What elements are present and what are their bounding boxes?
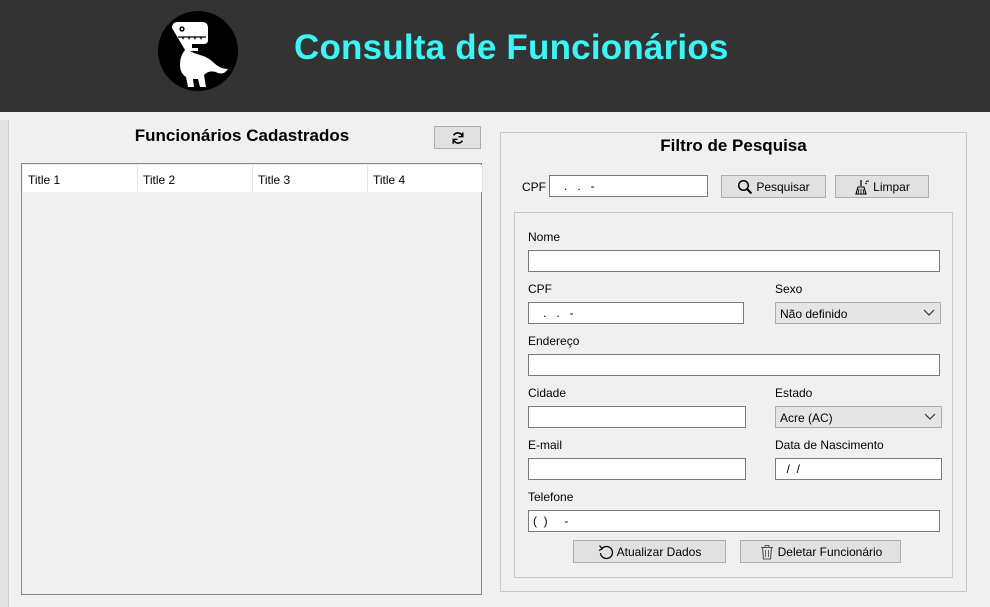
clear-button-label: Limpar — [873, 179, 910, 194]
chevron-down-icon — [923, 309, 935, 316]
employees-table[interactable]: Title 1 Title 2 Title 3 Title 4 — [21, 163, 483, 595]
telefone-input[interactable]: ( ) - — [528, 510, 940, 532]
nome-input[interactable] — [528, 250, 940, 272]
undo-icon — [598, 544, 613, 559]
nascimento-label: Data de Nascimento — [775, 438, 884, 452]
cpf-input[interactable]: . . - — [528, 302, 744, 324]
nascimento-input[interactable]: / / — [775, 458, 942, 480]
email-input[interactable] — [528, 458, 746, 480]
search-button-label: Pesquisar — [756, 179, 810, 194]
filter-title: Filtro de Pesquisa — [660, 136, 807, 155]
refresh-icon — [451, 131, 464, 144]
app-header: Consulta de Funcionários — [0, 0, 990, 112]
left-edge-bar — [0, 120, 9, 607]
nome-label: Nome — [528, 230, 561, 244]
cpf-label: CPF — [528, 282, 552, 296]
dinosaur-logo-icon — [158, 11, 238, 91]
trash-icon — [760, 544, 773, 560]
list-panel-title: Funcionários Cadastrados — [134, 126, 350, 145]
estado-label: Estado — [775, 386, 813, 400]
sexo-select[interactable]: Não definido — [775, 302, 941, 324]
filter-cpf-label: CPF — [522, 180, 546, 194]
column-header[interactable]: Title 3 — [253, 165, 368, 192]
cidade-label: Cidade — [528, 386, 567, 400]
search-icon — [738, 179, 753, 194]
refresh-button[interactable] — [434, 126, 481, 149]
cidade-input[interactable] — [528, 406, 746, 428]
delete-button-label: Deletar Funcionário — [777, 544, 883, 559]
email-label: E-mail — [528, 438, 563, 452]
endereco-input[interactable] — [528, 354, 940, 376]
estado-select[interactable]: Acre (AC) — [775, 406, 942, 428]
column-header[interactable]: Title 4 — [368, 165, 483, 192]
sexo-select-value: Não definido — [780, 307, 848, 321]
search-button[interactable]: Pesquisar — [721, 175, 826, 198]
filter-cpf-input[interactable]: . . - — [549, 175, 708, 197]
column-header[interactable]: Title 2 — [138, 165, 253, 192]
broom-icon — [855, 179, 869, 195]
column-header[interactable]: Title 1 — [23, 165, 138, 192]
chevron-down-icon — [924, 413, 936, 420]
sexo-label: Sexo — [775, 282, 803, 296]
telefone-label: Telefone — [528, 490, 574, 504]
update-button[interactable]: Atualizar Dados — [573, 540, 726, 563]
clear-button[interactable]: Limpar — [835, 175, 929, 198]
delete-button[interactable]: Deletar Funcionário — [740, 540, 901, 563]
page-title: Consulta de Funcionários — [294, 28, 729, 67]
update-button-label: Atualizar Dados — [616, 544, 702, 559]
estado-select-value: Acre (AC) — [780, 411, 833, 425]
endereco-label: Endereço — [528, 334, 580, 348]
table-header: Title 1 Title 2 Title 3 Title 4 — [23, 165, 483, 192]
